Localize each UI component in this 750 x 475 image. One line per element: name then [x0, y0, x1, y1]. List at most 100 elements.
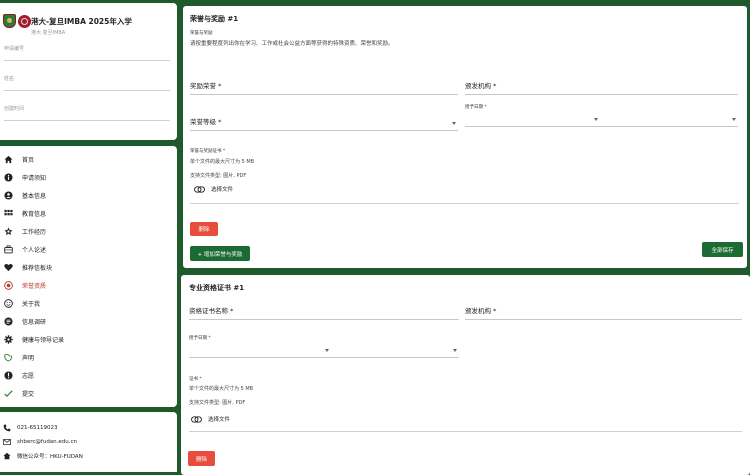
contact-wechat: 微信公众号：HKU-FUDAN [3, 452, 83, 460]
sidebar-item-declaration[interactable]: 声明 [4, 351, 34, 363]
sidebar-item-label: 关于我 [22, 300, 41, 308]
divider [190, 203, 739, 204]
sidebar-item-label: 健康与领导记录 [22, 336, 65, 344]
applicant-panel: 港大-复旦IMBA 2025年入学 港大·复旦IMBA 申请编号 姓名 创建时间 [0, 3, 177, 140]
chevron-down-icon [732, 118, 736, 121]
choose-cert-file-button[interactable]: 选择文件 [191, 415, 230, 423]
phone-number: 021-65119023 [17, 425, 58, 431]
sidebar-item-label: 志愿 [22, 372, 35, 380]
file-types-hint: 支持文件类型: 图片, PDF [190, 173, 247, 179]
honor-level-label: 荣誉等级 * [190, 118, 222, 126]
sidebar-nav: 首页 申请须知 基本信息 教育信息 工作经历 个人论述 推荐信板块 荣誉资质 关… [0, 146, 177, 407]
certificate-name-label: 资格证书名称 * [189, 307, 234, 315]
sidebar-item-label: 个人论述 [22, 246, 47, 254]
home-icon [4, 155, 13, 164]
choose-file-button[interactable]: 选择文件 [194, 185, 233, 193]
cert-issuer-input[interactable]: 颁发机构 * [465, 299, 742, 320]
created-time-field: 创建时间 [4, 105, 170, 121]
home-icon [3, 452, 11, 460]
award-label: 奖励荣誉 * [190, 82, 222, 90]
name-label: 姓名 [4, 76, 15, 82]
cert-issuer-label: 颁发机构 * [465, 307, 497, 315]
attachment-icon [194, 185, 205, 193]
sidebar-item-statement[interactable]: 个人论述 [4, 243, 46, 255]
sidebar-item-label: 首页 [22, 156, 35, 164]
award-input[interactable]: 奖励荣誉 * [190, 72, 458, 95]
issuer-label: 颁发机构 * [465, 82, 497, 90]
sidebar-item-home[interactable]: 首页 [4, 153, 34, 165]
honors-section-label: 荣誉与奖励 [190, 31, 213, 36]
wechat-account: 微信公众号：HKU-FUDAN [17, 454, 83, 460]
cert-grant-date-select[interactable]: 授予日期 * [189, 336, 459, 358]
attachment-icon [191, 415, 202, 423]
heart-icon [4, 263, 13, 272]
contact-email: shberc@fudan.edu.cn [3, 438, 77, 446]
program-subtitle: 港大·复旦IMBA [31, 30, 66, 36]
grant-date-label: 授予日期 * [465, 105, 487, 110]
certificate-name-input[interactable]: 资格证书名称 * [189, 299, 459, 320]
check-icon [4, 389, 13, 398]
grant-date-select[interactable]: 授予日期 * [465, 105, 738, 127]
honors-card: 荣誉与奖励 #1 荣誉与奖励 请按重要程度列出你在学习、工作或社会公益方面等获得… [183, 6, 747, 268]
briefcase-icon [4, 244, 13, 254]
sidebar-item-survey[interactable]: 信息调研 [4, 315, 46, 327]
info-icon [4, 172, 13, 182]
save-all-button[interactable]: 全部保存 [702, 242, 743, 257]
delete-cert-button[interactable]: 删除 [188, 451, 215, 466]
choose-file-label: 选择文件 [211, 187, 234, 193]
application-number-label: 申请编号 [4, 46, 25, 52]
brand-logos [3, 14, 31, 28]
contact-phone: 021-65119023 [3, 424, 57, 432]
hku-crest-icon [3, 14, 16, 28]
honors-card-title: 荣誉与奖励 #1 [190, 15, 239, 23]
issuer-input[interactable]: 颁发机构 * [465, 72, 738, 95]
sidebar-item-label: 荣誉资质 [22, 282, 47, 290]
chevron-down-icon [453, 349, 457, 352]
application-number-field: 申请编号 [4, 45, 170, 61]
add-honor-button[interactable]: + 增加荣誉与奖励 [190, 246, 250, 261]
certificates-card: 专业资格证书 #1 资格证书名称 * 颁发机构 * 授予日期 * 证书 * 单个… [181, 275, 750, 475]
sidebar-item-about-me[interactable]: 关于我 [4, 297, 40, 309]
sidebar-item-preference[interactable]: 志愿 [4, 369, 34, 381]
education-icon [4, 209, 13, 218]
divider [189, 431, 742, 432]
award-icon [4, 280, 13, 290]
cert-file-label: 证书 * [189, 377, 202, 382]
sidebar-item-honors[interactable]: 荣誉资质 [4, 279, 46, 291]
sidebar-item-education[interactable]: 教育信息 [4, 207, 46, 219]
certificates-card-title: 专业资格证书 #1 [189, 284, 245, 292]
sidebar-item-label: 申请须知 [22, 174, 47, 182]
smile-icon [4, 298, 13, 308]
sidebar-item-health[interactable]: 健康与领导记录 [4, 333, 64, 345]
email-address: shberc@fudan.edu.cn [17, 439, 78, 445]
name-field: 姓名 [4, 75, 170, 91]
chevron-down-icon [452, 122, 456, 125]
sidebar-item-submit[interactable]: 提交 [4, 387, 34, 399]
sidebar-item-label: 教育信息 [22, 210, 47, 218]
created-time-label: 创建时间 [4, 106, 25, 112]
email-icon [3, 439, 11, 445]
fudan-seal-icon [18, 14, 31, 28]
honor-level-select[interactable]: 荣誉等级 * [190, 110, 458, 131]
sidebar-item-recommendation[interactable]: 推荐信板块 [4, 261, 52, 273]
sidebar-item-work[interactable]: 工作经历 [4, 225, 46, 237]
sidebar-item-label: 声明 [22, 354, 35, 362]
sidebar-item-label: 提交 [22, 390, 35, 398]
phone-icon [3, 424, 11, 432]
delete-honor-button[interactable]: 删除 [190, 222, 218, 236]
work-icon [4, 226, 13, 236]
sidebar-item-notice[interactable]: 申请须知 [4, 171, 46, 183]
cert-grant-date-label: 授予日期 * [189, 336, 211, 341]
max-size-hint: 单个文件的最大尺寸为 5 MB [189, 386, 254, 392]
survey-icon [4, 316, 13, 326]
program-title: 港大-复旦IMBA 2025年入学 [31, 17, 132, 26]
sidebar-item-label: 推荐信板块 [22, 264, 53, 272]
leaf-icon [4, 353, 13, 362]
honors-description: 请按重要程度列出你在学习、工作或社会公益方面等获得的特殊资质、荣誉和奖励。 [190, 41, 394, 47]
chevron-down-icon [325, 349, 329, 352]
chevron-down-icon [594, 118, 598, 121]
sidebar-item-label: 工作经历 [22, 228, 47, 236]
certificate-label: 荣誉与奖励证书 * [190, 149, 226, 154]
gear-icon [4, 334, 13, 344]
sidebar-item-basic-info[interactable]: 基本信息 [4, 189, 46, 201]
